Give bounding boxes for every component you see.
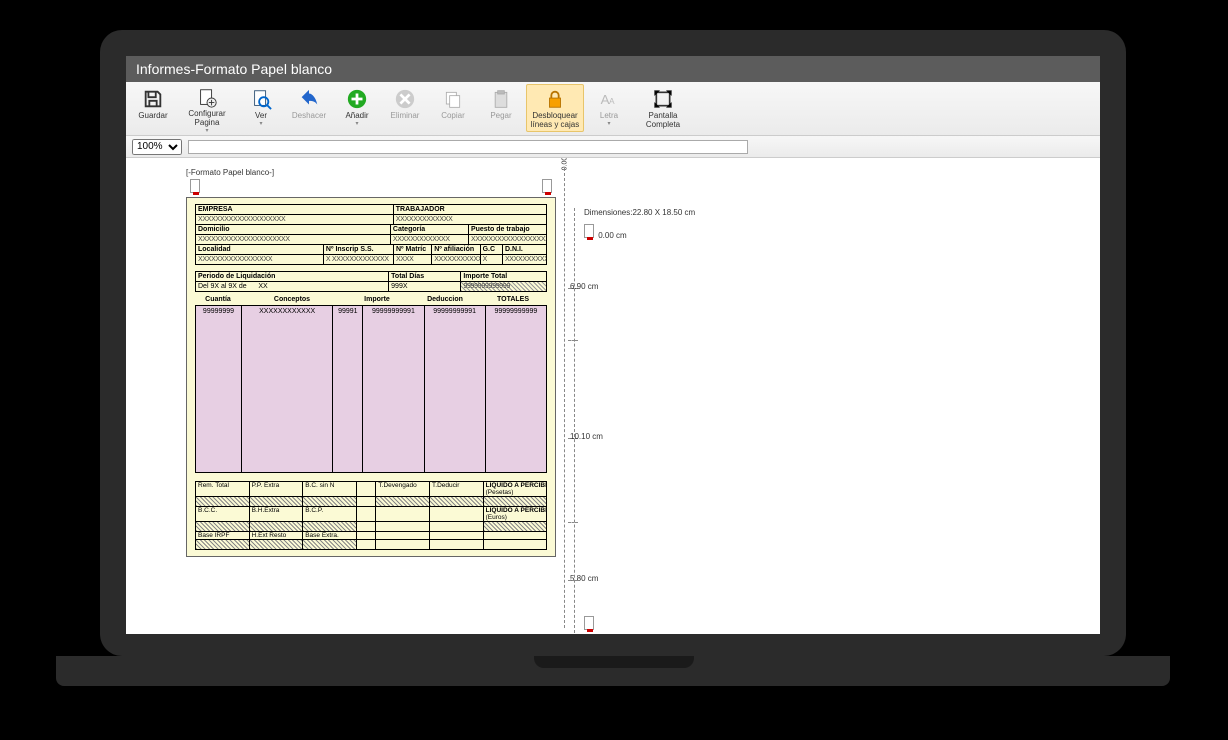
ruler-measure: 10.10 cm: [570, 432, 603, 441]
label-categoria: Categoría: [393, 226, 425, 233]
value-inscrip: X XXXXXXXXXXXXX: [324, 255, 394, 264]
delete-icon: [392, 87, 418, 111]
ruler-vline-2: [574, 208, 575, 634]
dimensions-label: Dimensiones:22.80 X 18.50 cm: [584, 208, 695, 217]
label-importetotal: Importe Total: [461, 272, 546, 281]
label-domicilio: Domicilio: [198, 226, 230, 233]
label-trabajador: TRABAJADOR: [394, 205, 546, 214]
section-label: [-Formato Papel blanco-]: [186, 168, 556, 177]
zoom-bar: 100%: [126, 136, 1100, 158]
font-icon: AA: [596, 87, 622, 111]
value-totaldias: 999X: [389, 282, 461, 291]
value-dni: XXXXXXXXXX: [503, 255, 546, 264]
label-empresa: EMPRESA: [196, 205, 394, 214]
value-afiliacion: XXXXXXXXXXXX: [432, 255, 480, 264]
design-section: [-Formato Papel blanco-] EMPRESA TRABAJA…: [186, 168, 556, 557]
value-empresa: XXXXXXXXXXXXXXXXXXXX: [196, 215, 394, 224]
label-localidad: Localidad: [196, 245, 324, 254]
laptop-frame: Informes-Formato Papel blanco Guardar Co…: [100, 30, 1126, 656]
payslip-form[interactable]: EMPRESA TRABAJADOR XXXXXXXXXXXXXXXXXXX X …: [186, 197, 556, 557]
add-button[interactable]: Añadir ▾: [334, 84, 380, 132]
dropdown-arrow-icon: ▾: [259, 121, 262, 128]
footer-block: Rem. Total P.P. Extra B.C. sin N T.Deven…: [195, 481, 547, 550]
label-totaldias: Total Días: [389, 272, 461, 281]
fullscreen-icon: [650, 87, 676, 111]
label-periodo: Periodo de Liquidación: [196, 272, 389, 281]
page-setup-icon: [194, 87, 220, 109]
ruler-marker[interactable]: 0.00 cm: [584, 224, 627, 240]
main-toolbar: Guardar Configurar Pagina ▾ Ver ▾: [126, 82, 1100, 136]
page-setup-button[interactable]: Configurar Pagina ▾: [178, 84, 236, 132]
col-totales: 99999999999: [486, 306, 546, 472]
value-localidad: XXXXXXXXXXXXXXXXX: [196, 255, 324, 264]
detail-band[interactable]: 99999999 XXXXXXXXXXXX 99991 99999999991 …: [195, 305, 547, 473]
col-sub1: 99991: [333, 306, 363, 472]
ruler-measure: 5.80 cm: [570, 574, 598, 583]
unlock-lines-button[interactable]: Desbloquear líneas y cajas: [526, 84, 584, 132]
value-trabajador: XXXXXXXXXXXXX: [394, 215, 546, 224]
label-inscrip: Nº Inscrip S.S.: [324, 245, 394, 254]
save-button[interactable]: Guardar: [130, 84, 176, 132]
undo-button[interactable]: Deshacer: [286, 84, 332, 132]
page-handle-icon[interactable]: [542, 179, 552, 193]
dropdown-arrow-icon: ▾: [607, 121, 610, 128]
label-puesto: Puesto de trabajo: [471, 226, 530, 233]
dropdown-arrow-icon: ▾: [355, 121, 358, 128]
value-matric: XXXX: [394, 255, 432, 264]
detail-columns-header: Cuantía Conceptos Importe Deduccion TOTA…: [195, 296, 547, 303]
ruler-marker-bottom[interactable]: [584, 616, 594, 632]
dropdown-arrow-icon: ▾: [205, 128, 208, 135]
copy-button[interactable]: Copiar: [430, 84, 476, 132]
paste-icon: [488, 87, 514, 111]
value-domicilio: XXXXXXXXXXXXXXXXXXXXX: [196, 235, 391, 244]
delete-button[interactable]: Eliminar: [382, 84, 428, 132]
svg-text:A: A: [609, 96, 615, 106]
value-puesto: XXXXXXXXXXXXXXXXXXX: [469, 235, 546, 244]
save-icon: [140, 87, 166, 111]
col-conceptos: XXXXXXXXXXXX: [242, 306, 333, 472]
value-gc: X: [481, 255, 503, 264]
value-categoria: XXXXXXXXXXXXX: [391, 235, 469, 244]
copy-icon: [440, 87, 466, 111]
paste-button[interactable]: Pegar: [478, 84, 524, 132]
ruler-measure: 6.90 cm: [570, 282, 598, 291]
label-afiliacion: Nº afiliación: [432, 245, 480, 254]
col-importe: 99999999991: [363, 306, 424, 472]
window-title-bar: Informes-Formato Papel blanco: [126, 56, 1100, 82]
col-cuantia: 99999999: [196, 306, 242, 472]
header-block: EMPRESA TRABAJADOR XXXXXXXXXXXXXXXXXXX X …: [195, 204, 547, 265]
object-path-input[interactable]: [188, 140, 748, 154]
view-icon: [248, 87, 274, 111]
add-icon: [344, 87, 370, 111]
design-canvas[interactable]: [-Formato Papel blanco-] EMPRESA TRABAJA…: [126, 158, 1100, 634]
window-title: Informes-Formato Papel blanco: [136, 61, 332, 77]
laptop-notch: [534, 656, 694, 668]
page-handle-icon: [584, 616, 594, 630]
ruler-vline: [564, 168, 565, 628]
label-dni: D.N.I.: [503, 245, 546, 254]
app-screen: Informes-Formato Papel blanco Guardar Co…: [126, 56, 1100, 634]
page-handle-icon: [584, 224, 594, 238]
page-handle-icon[interactable]: [190, 179, 200, 193]
font-button[interactable]: AA Letra ▾: [586, 84, 632, 132]
col-deduccion: 99999999991: [425, 306, 486, 472]
periodo-block: Periodo de Liquidación Total Días Import…: [195, 271, 547, 292]
label-matric: Nº Matríc: [394, 245, 432, 254]
label-gc: G.C: [481, 245, 503, 254]
lock-icon: [542, 87, 568, 111]
section-handles: [186, 179, 556, 197]
view-button[interactable]: Ver ▾: [238, 84, 284, 132]
fullscreen-button[interactable]: Pantalla Completa: [634, 84, 692, 132]
zoom-select[interactable]: 100%: [132, 139, 182, 155]
undo-icon: [296, 87, 322, 111]
value-importetotal: 9999999999999: [461, 282, 546, 291]
